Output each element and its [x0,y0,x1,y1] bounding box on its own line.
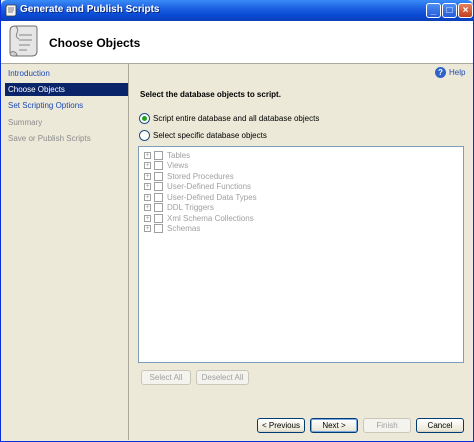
minimize-icon: _ [430,5,437,16]
checkbox [154,193,163,202]
select-all-button: Select All [141,370,191,385]
previous-button[interactable]: < Previous [257,418,305,433]
maximize-icon: □ [446,5,453,16]
script-scroll-icon [9,25,38,57]
checkbox [154,224,163,233]
maximize-button[interactable]: □ [442,3,457,18]
help-icon: ? [435,67,446,78]
radio-label: Script entire database and all database … [153,114,320,123]
radio-selected-icon [139,113,150,124]
checkbox [154,182,163,191]
expand-icon: + [144,225,151,232]
nav-item-set-scripting-options[interactable]: Set Scripting Options [5,99,128,112]
close-button[interactable]: × [458,3,473,18]
expand-icon: + [144,183,151,190]
expand-icon: + [144,194,151,201]
expand-icon: + [144,215,151,222]
next-button[interactable]: Next > [310,418,358,433]
expand-icon: + [144,152,151,159]
checkbox [154,203,163,212]
close-icon: × [462,5,469,16]
nav-item-introduction[interactable]: Introduction [5,67,128,80]
nav-item-summary: Summary [8,118,43,127]
checkbox [154,161,163,170]
help-label: Help [449,68,466,77]
page-title: Choose Objects [49,36,141,50]
expand-icon: + [144,173,151,180]
expand-icon: + [144,204,151,211]
checkbox [154,172,163,181]
wizard-content: ? Help Select the database objects to sc… [129,64,473,404]
expand-icon: + [144,162,151,169]
cancel-button[interactable]: Cancel [416,418,464,433]
wizard-window: Generate and Publish Scripts _ □ × Choos… [0,0,474,442]
object-tree[interactable]: + Tables + Views + Stored Procedures + U… [138,146,464,363]
window-title: Generate and Publish Scripts [20,4,160,15]
nav-item-save-or-publish: Save or Publish Scripts [8,134,91,143]
finish-button: Finish [363,418,411,433]
checkbox [154,151,163,160]
nav-item-choose-objects[interactable]: Choose Objects [5,83,128,96]
wizard-header: Choose Objects [1,21,473,64]
minimize-button[interactable]: _ [426,3,441,18]
title-bar[interactable]: Generate and Publish Scripts _ □ × [1,0,473,21]
instructions-text: Select the database objects to script. [140,90,281,99]
deselect-all-button: Deselect All [196,370,249,385]
wizard-nav: Introduction Choose Objects Set Scriptin… [1,64,129,440]
radio-unselected-icon [139,130,150,141]
radio-label: Select specific database objects [153,131,267,140]
script-scroll-icon [5,4,17,17]
checkbox [154,214,163,223]
